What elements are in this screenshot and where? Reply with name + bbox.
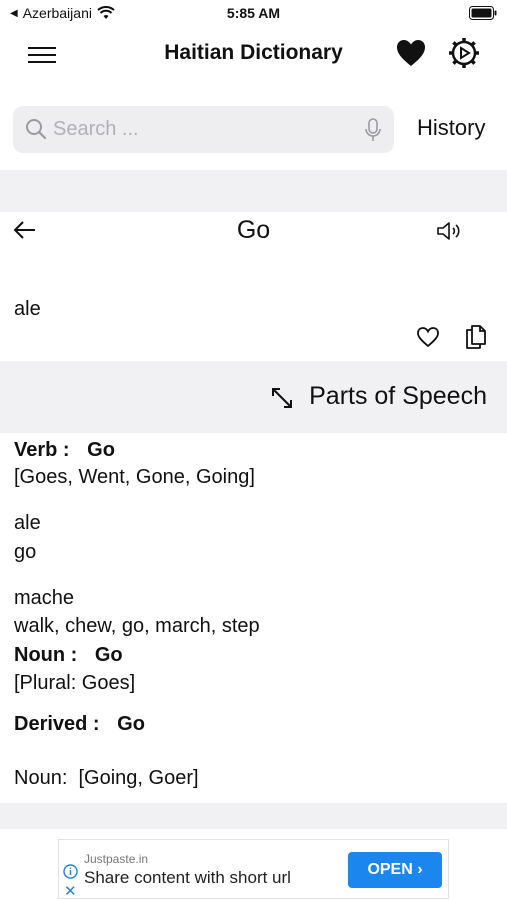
noun-forms: [Plural: Goes] [14,672,136,694]
word-title: Go [236,216,271,244]
app-title: Haitian Dictionary [164,41,343,64]
noun-heading: Noun : Go [14,641,123,669]
speaker-icon[interactable] [436,220,462,242]
copy-icon[interactable] [464,322,488,350]
status-bar: ◀ Azerbaijani 5:85 AM [0,0,507,28]
sense-haitian: ale [14,512,41,534]
search-icon [26,119,47,140]
ad-banner[interactable]: ✕ Justpaste.in Share content with short … [58,839,449,900]
ad-open-button[interactable]: OPEN › [348,852,442,888]
derived-heading: Derived : Go [14,710,145,738]
verb-heading: Verb : Go [14,436,115,464]
search-box [13,106,394,153]
divider-band [0,170,507,212]
sense-english: go [14,541,37,563]
favorites-heart-icon[interactable] [395,38,427,68]
favorite-outline-icon[interactable] [416,326,440,348]
sense-english: walk, chew, go, march, step [14,615,260,637]
sense-haitian: mache [14,587,75,609]
verb-forms: [Goes, Went, Gone, Going] [14,466,255,488]
history-button[interactable]: History [417,115,485,141]
expand-arrows-icon [272,388,292,408]
search-input[interactable] [53,106,353,153]
verb-label: Verb : [14,439,70,461]
footer-band [0,803,507,829]
verb-word: Go [87,439,115,461]
derived-label: Derived : [14,713,100,735]
word-header: Go [0,212,507,252]
ad-text: Share content with short url [84,868,291,887]
noun-word: Go [94,644,123,666]
ad-source: Justpaste.in [84,852,149,866]
derived-items: Noun: [Going, Goer] [14,767,199,789]
ad-close-icon[interactable]: ✕ [64,882,77,900]
microphone-icon[interactable] [364,118,382,142]
translation-text: ale [14,298,41,320]
status-time: 5:85 AM [226,5,281,21]
settings-gear-icon[interactable] [448,36,480,70]
noun-label: Noun : [14,644,78,666]
app-bar: Haitian Dictionary [0,28,507,78]
parts-of-speech-header[interactable]: Parts of Speech [0,361,507,433]
battery-icon [469,6,497,20]
info-icon[interactable] [63,864,78,879]
derived-word: Go [117,713,145,735]
parts-of-speech-label: Parts of Speech [309,382,487,410]
